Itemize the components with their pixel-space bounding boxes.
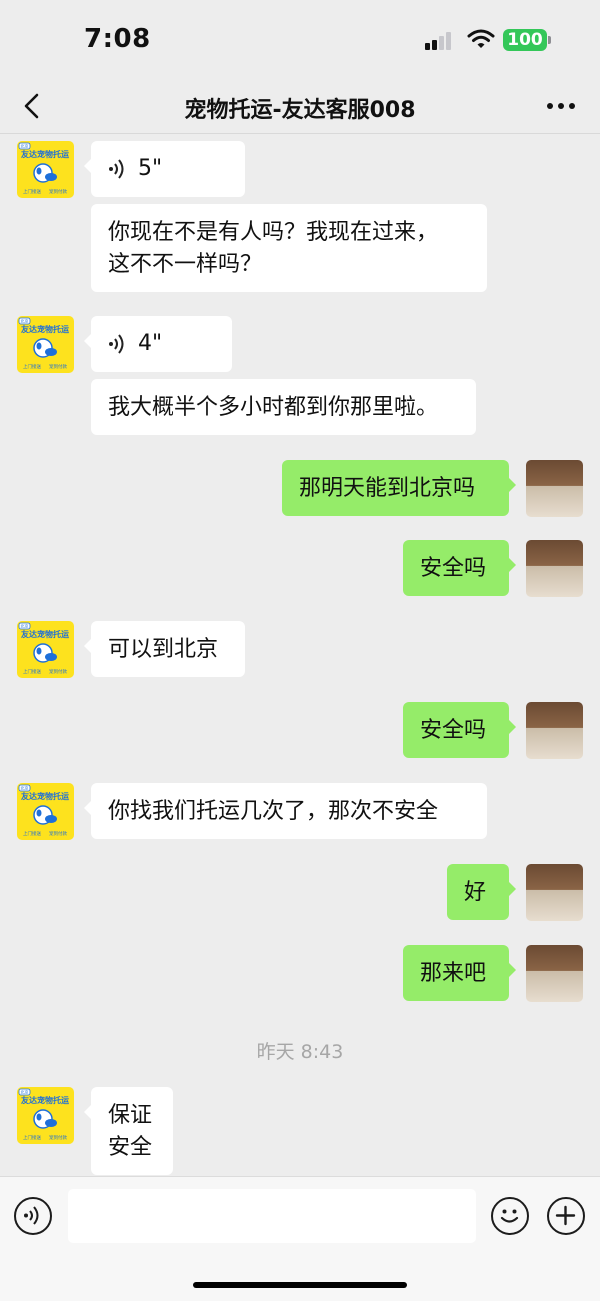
message-line: 保证 (108, 1103, 153, 1128)
voice-message[interactable]: 4" (84, 316, 232, 372)
sent-message[interactable]: 那明天能到北京吗 (282, 460, 516, 516)
sent-message[interactable]: 安全吗 (403, 540, 516, 596)
battery-icon: 100 (503, 29, 547, 51)
agent-avatar[interactable]: 北京 友达宠物托运 上门接送 宠到付款 (17, 316, 74, 373)
text-message[interactable]: 你找我们托运几次了，那次不安全 (84, 783, 487, 839)
text-message[interactable]: 你现在不是有人吗？我现在过来， 这不不一样吗？ (91, 204, 487, 292)
user-avatar[interactable] (526, 702, 583, 759)
message-line: 我大概半个多小时都到你那里啦。 (108, 395, 439, 420)
status-time: 7:08 (84, 24, 151, 54)
voice-wave-icon (109, 334, 124, 354)
plus-icon (555, 1205, 576, 1226)
text-message[interactable]: 可以到北京 (84, 621, 245, 677)
svg-text:友达宠物托运: 友达宠物托运 (20, 149, 69, 159)
sent-message[interactable]: 安全吗 (403, 702, 516, 758)
svg-text:宠到付款: 宠到付款 (49, 363, 67, 370)
chat-header: 宠物托运-友达客服008 (0, 80, 600, 134)
svg-text:上门接送: 上门接送 (23, 363, 41, 370)
message-line: 可以到北京 (108, 637, 219, 662)
svg-text:北京: 北京 (21, 318, 29, 324)
svg-text:上门接送: 上门接送 (23, 668, 41, 675)
svg-text:北京: 北京 (21, 1089, 29, 1095)
agent-avatar[interactable]: 北京 友达宠物托运 上门接送 宠到付款 (17, 783, 74, 840)
svg-text:上门接送: 上门接送 (23, 188, 41, 195)
voice-wave-icon (109, 159, 124, 179)
wifi-icon (467, 29, 495, 48)
svg-text:宠到付款: 宠到付款 (49, 668, 67, 675)
chat-title: 宠物托运-友达客服008 (184, 98, 416, 123)
pet-logo-icon: 北京 友达宠物托运 上门接送 宠到付款 (18, 1089, 69, 1141)
user-avatar[interactable] (526, 540, 583, 597)
svg-text:友达宠物托运: 友达宠物托运 (20, 791, 69, 801)
more-actions-button[interactable] (547, 1197, 585, 1235)
voice-duration: 4" (138, 331, 163, 356)
battery-cap (548, 36, 551, 44)
svg-text:友达宠物托运: 友达宠物托运 (20, 324, 69, 334)
text-message[interactable]: 保证 安全 (84, 1087, 173, 1175)
voice-input-button[interactable] (14, 1197, 52, 1235)
pet-logo-icon: 北京 友达宠物托运 上门接送 宠到付款 (18, 317, 69, 370)
voice-duration: 5" (138, 156, 163, 181)
agent-avatar[interactable]: 北京 友达宠物托运 上门接送 宠到付款 (17, 1087, 74, 1144)
message-line: 那来吧 (420, 961, 487, 986)
agent-avatar[interactable]: 北京 友达宠物托运 上门接送 宠到付款 (17, 141, 74, 198)
svg-text:宠到付款: 宠到付款 (49, 830, 67, 837)
text-message[interactable]: 我大概半个多小时都到你那里啦。 (91, 379, 476, 435)
svg-text:上门接送: 上门接送 (23, 830, 41, 837)
message-line: 安全吗 (420, 556, 487, 581)
message-line: 那明天能到北京吗 (299, 476, 476, 501)
svg-text:上门接送: 上门接送 (23, 1134, 41, 1141)
agent-avatar[interactable]: 北京 友达宠物托运 上门接送 宠到付款 (17, 621, 74, 678)
voice-wave-icon (24, 1206, 39, 1225)
svg-text:宠到付款: 宠到付款 (49, 188, 67, 195)
message-line: 安全吗 (420, 718, 487, 743)
cellular-signal-icon (425, 30, 457, 50)
voice-message[interactable]: 5" (84, 141, 245, 197)
svg-text:宠到付款: 宠到付款 (49, 1134, 67, 1141)
svg-text:友达宠物托运: 友达宠物托运 (20, 629, 69, 639)
user-avatar[interactable] (526, 864, 583, 921)
message-line: 这不不一样吗？ (108, 252, 263, 277)
sent-message[interactable]: 好 (447, 864, 516, 920)
message-line: 好 (464, 880, 487, 905)
message-line: 你找我们托运几次了，那次不安全 (108, 799, 439, 824)
pet-logo-icon: 北京 友达宠物托运 上门接送 宠到付款 (18, 623, 69, 675)
message-line: 你现在不是有人吗？我现在过来， (108, 220, 439, 245)
svg-text:北京: 北京 (21, 143, 29, 149)
smiley-icon (500, 1209, 519, 1223)
home-indicator (193, 1282, 407, 1288)
emoji-button[interactable] (491, 1197, 529, 1235)
message-input[interactable] (68, 1189, 476, 1243)
user-avatar[interactable] (526, 460, 583, 517)
pet-logo-icon: 北京 友达宠物托运 上门接送 宠到付款 (18, 785, 69, 837)
message-line: 安全 (108, 1135, 153, 1160)
status-bar: 7:08 100 (0, 0, 600, 80)
svg-text:北京: 北京 (21, 785, 29, 791)
svg-text:北京: 北京 (21, 623, 29, 629)
sent-message[interactable]: 那来吧 (403, 945, 516, 1001)
svg-text:友达宠物托运: 友达宠物托运 (20, 1095, 69, 1105)
pet-logo-icon: 北京 友达宠物托运 上门接送 宠到付款 (18, 142, 69, 195)
more-options-icon[interactable] (546, 94, 576, 118)
chat-timestamp: 昨天 8:43 (256, 1041, 344, 1063)
user-avatar[interactable] (526, 945, 583, 1002)
